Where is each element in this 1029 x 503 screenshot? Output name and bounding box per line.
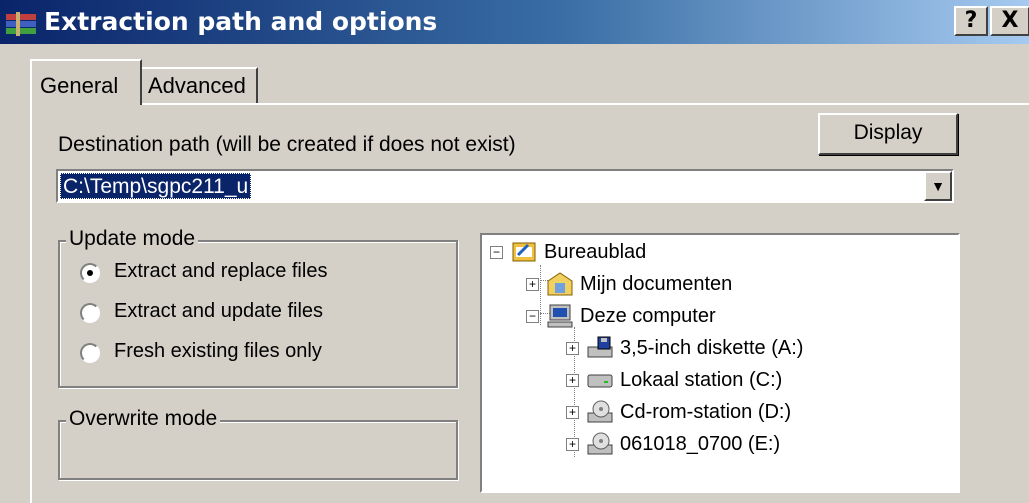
window-title: Extraction path and options [44, 7, 438, 36]
tab-advanced[interactable]: Advanced [138, 67, 258, 105]
help-button[interactable]: ? [954, 6, 988, 36]
title-bar[interactable]: Extraction path and options ? X [0, 0, 1029, 44]
tab-general[interactable]: General [30, 59, 142, 105]
close-button[interactable]: X [990, 6, 1029, 36]
tab-panel-general [30, 103, 1029, 503]
winrar-app-icon [6, 12, 36, 36]
